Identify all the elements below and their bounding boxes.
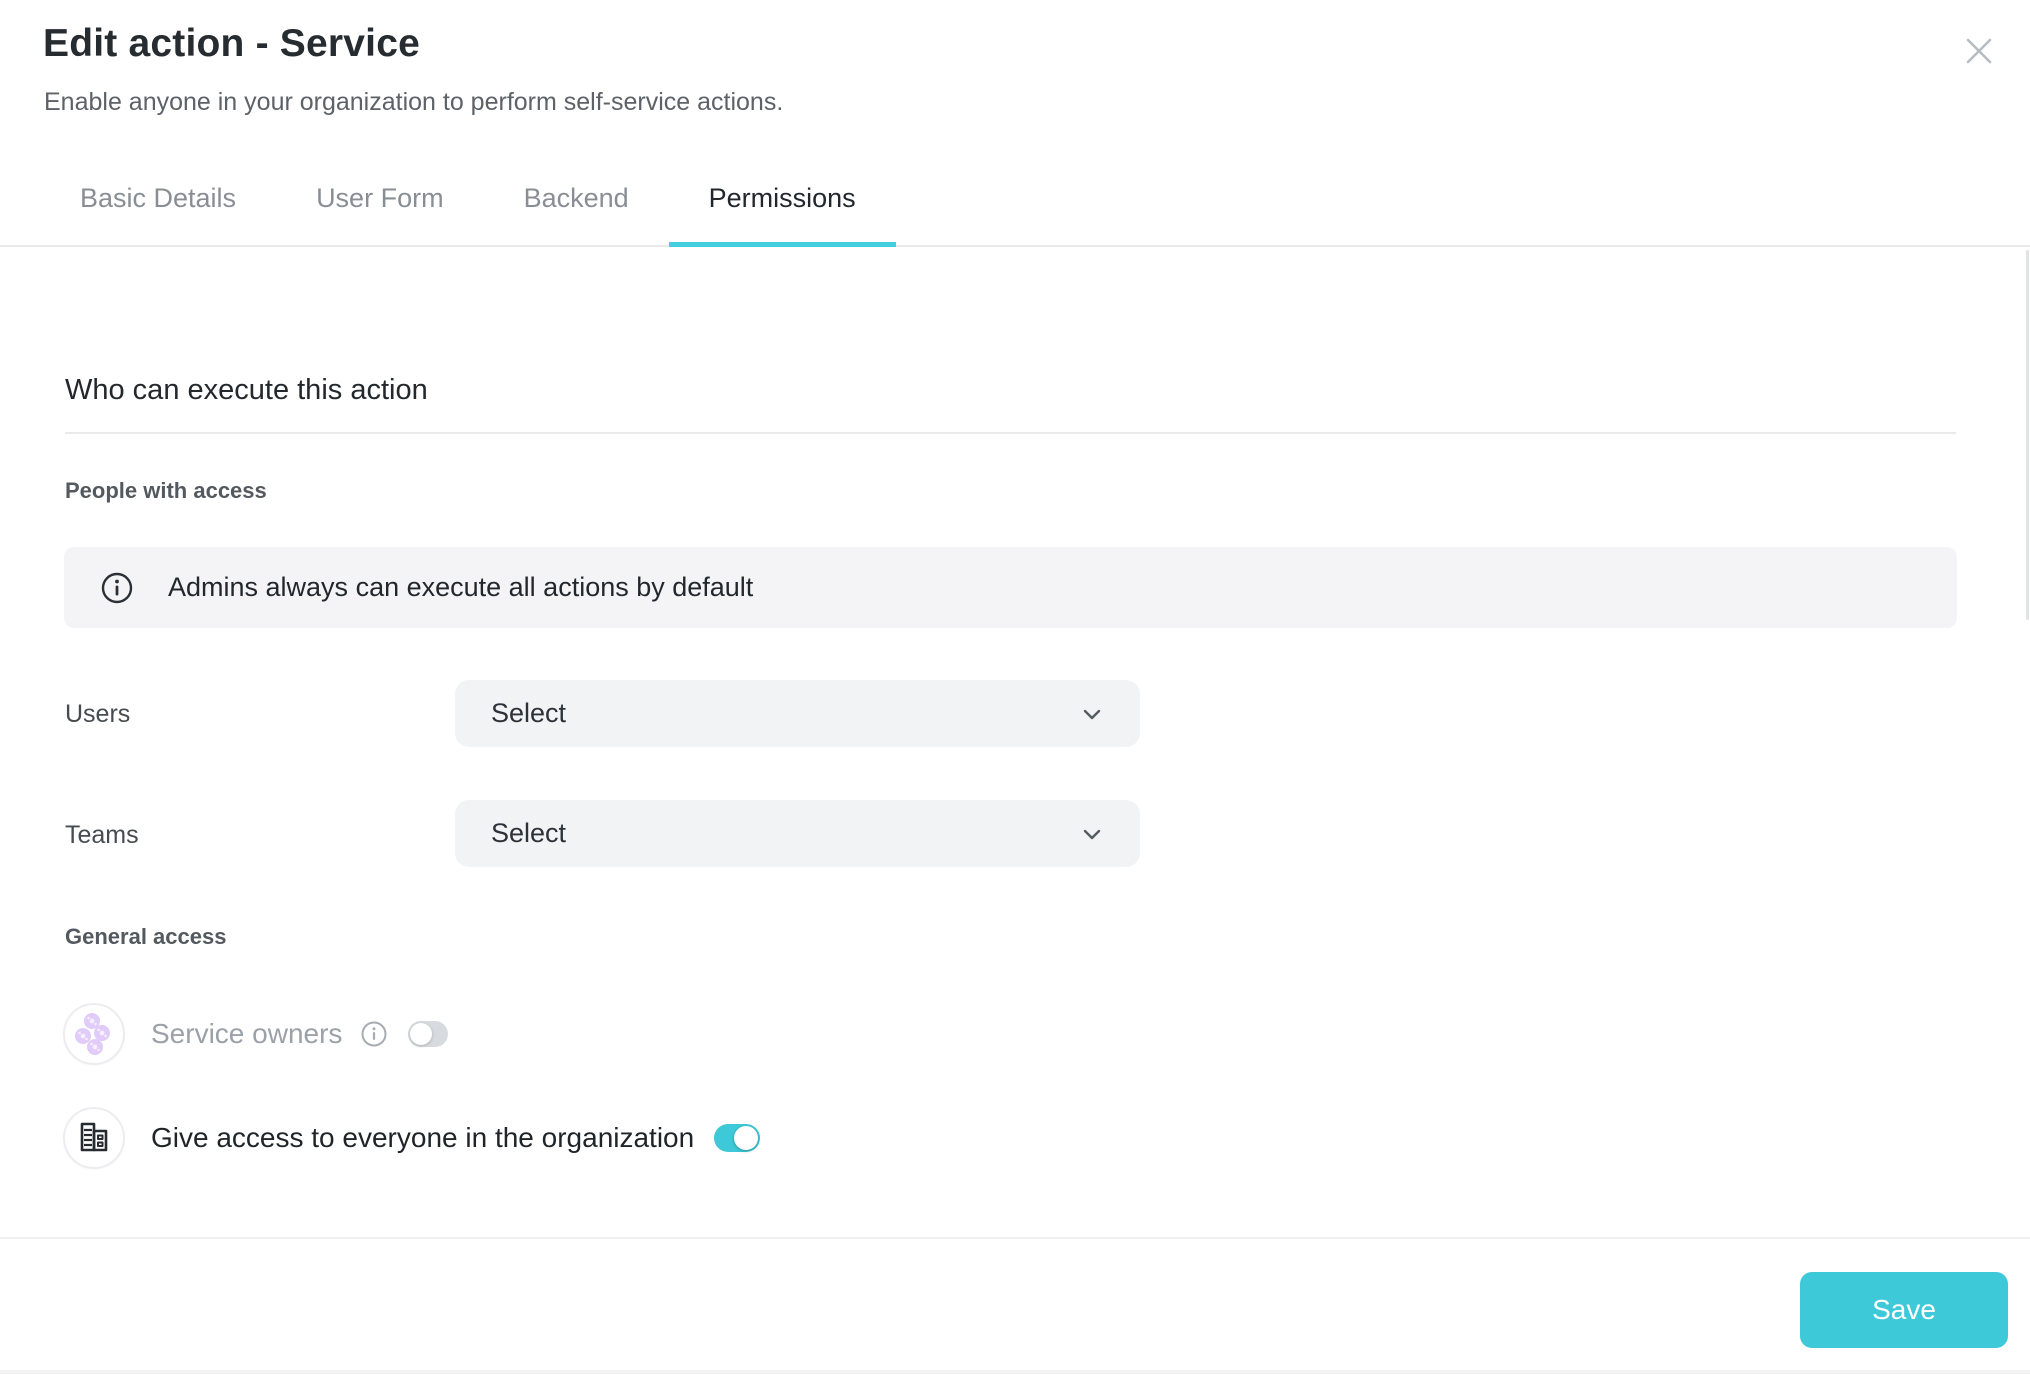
admins-info-banner: Admins always can execute all actions by… — [64, 547, 1957, 628]
tab-permissions[interactable]: Permissions — [669, 150, 896, 247]
tab-user-form[interactable]: User Form — [276, 150, 484, 247]
cluster-icon — [71, 1009, 117, 1059]
chevron-down-icon — [1078, 820, 1106, 848]
close-icon — [1959, 31, 1999, 71]
everyone-access-label: Give access to everyone in the organizat… — [151, 1122, 694, 1154]
edit-action-modal: Edit action - Service Enable anyone in y… — [0, 0, 2030, 1374]
users-label: Users — [65, 700, 130, 729]
save-button[interactable]: Save — [1800, 1272, 2008, 1348]
service-owners-avatar — [63, 1003, 125, 1065]
modal-title: Edit action - Service — [43, 22, 420, 66]
chevron-down-icon — [1078, 700, 1106, 728]
info-banner-text: Admins always can execute all actions by… — [168, 572, 753, 603]
footer-divider — [0, 1237, 2030, 1239]
users-select[interactable]: Select — [455, 680, 1140, 747]
service-owners-row: Service owners — [63, 1003, 448, 1065]
organization-icon — [74, 1118, 114, 1158]
close-button[interactable] — [1956, 28, 2002, 74]
toggle-knob — [410, 1023, 432, 1045]
general-access-label: General access — [65, 924, 226, 950]
modal-bottom-edge — [0, 1370, 2030, 1374]
section-title: Who can execute this action — [65, 374, 428, 407]
tabbar: Basic Details User Form Backend Permissi… — [40, 150, 896, 247]
teams-label: Teams — [65, 821, 139, 850]
toggle-knob — [734, 1126, 758, 1150]
modal-subtitle: Enable anyone in your organization to pe… — [44, 88, 783, 117]
scrollbar-thumb[interactable] — [2026, 250, 2029, 620]
tab-backend[interactable]: Backend — [484, 150, 669, 247]
info-circle-icon[interactable] — [360, 1020, 388, 1048]
tab-basic-details[interactable]: Basic Details — [40, 150, 276, 247]
service-owners-label: Service owners — [151, 1018, 342, 1050]
people-with-access-label: People with access — [65, 478, 267, 504]
users-select-value: Select — [491, 698, 566, 729]
teams-select-value: Select — [491, 818, 566, 849]
info-circle-icon — [100, 571, 134, 605]
teams-select[interactable]: Select — [455, 800, 1140, 867]
everyone-access-row: Give access to everyone in the organizat… — [63, 1107, 760, 1169]
everyone-access-toggle[interactable] — [714, 1124, 760, 1152]
organization-avatar — [63, 1107, 125, 1169]
service-owners-toggle[interactable] — [408, 1021, 448, 1047]
section-divider — [65, 432, 1956, 434]
